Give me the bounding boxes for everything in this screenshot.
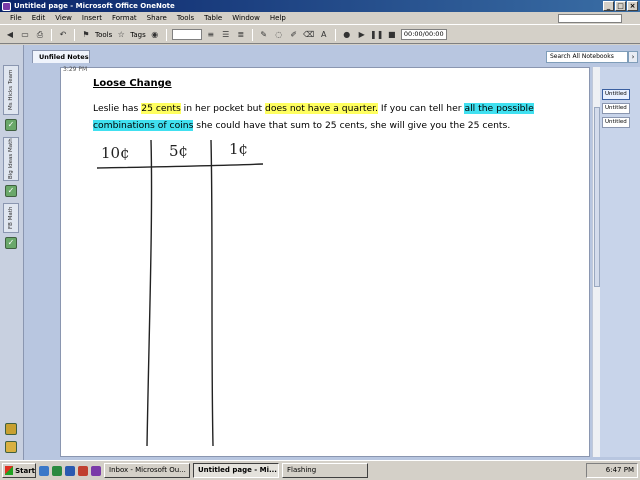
record-icon[interactable]: ● [341, 29, 353, 41]
align-icon[interactable]: ≣ [235, 29, 247, 41]
quicklaunch-ie-icon[interactable] [39, 465, 49, 476]
search-icon[interactable]: › [628, 51, 638, 63]
body-text: Leslie has [93, 103, 142, 114]
menu-share[interactable]: Share [147, 14, 167, 22]
vertical-scrollbar[interactable] [592, 67, 600, 457]
eraser-icon[interactable]: ⌫ [303, 29, 315, 41]
title-bar: Untitled page - Microsoft Office OneNote… [0, 0, 640, 12]
task-onenote[interactable]: Untitled page - Mi... [193, 463, 279, 478]
tag-icon[interactable]: ☆ [115, 29, 127, 41]
stop-icon[interactable]: ■ [386, 29, 398, 41]
body-text: in her pocket but [180, 103, 266, 114]
clock[interactable]: 6:47 PM [606, 466, 634, 474]
menu-window[interactable]: Window [232, 14, 260, 22]
windows-logo-icon [5, 466, 14, 475]
page-title[interactable]: Loose Change [93, 78, 172, 89]
notebook-icon[interactable]: ✓ [5, 185, 17, 197]
page-tab-2[interactable]: Untitled [602, 103, 630, 114]
back-icon[interactable]: ◀ [4, 29, 16, 41]
research-icon[interactable]: ◉ [149, 29, 161, 41]
numbering-icon[interactable]: ☰ [220, 29, 232, 41]
undo-icon[interactable]: ↶ [57, 29, 69, 41]
font-size-dropdown[interactable] [171, 29, 202, 40]
lasso-icon[interactable]: ◌ [273, 29, 285, 41]
onenote-icon [2, 1, 11, 11]
menu-help[interactable]: Help [270, 14, 286, 22]
page-tab-1[interactable]: Untitled [602, 89, 630, 100]
new-page-icon[interactable]: ▭ [19, 29, 31, 41]
page-time: 3:29 PM [63, 66, 88, 73]
notebook-tab-fb-math[interactable]: FB Math [3, 203, 19, 233]
menu-tools[interactable]: Tools [177, 14, 194, 22]
system-tray: 6:47 PM [586, 463, 638, 478]
taskbar: Start Inbox - Microsoft Ou... Untitled p… [0, 460, 640, 480]
search-input[interactable]: Search All Notebooks › [546, 51, 638, 63]
highlight-no-quarter: does not have a quarter. [265, 103, 378, 114]
folder-icon[interactable] [5, 441, 17, 453]
notebook-tab-ms-hicks[interactable]: Ms Hicks Team [3, 65, 19, 115]
highlight-25-cents: 25 cents [141, 103, 181, 114]
start-button[interactable]: Start [2, 463, 36, 478]
tools-label[interactable]: Tools [95, 31, 112, 39]
menu-bar: File Edit View Insert Format Share Tools… [0, 12, 640, 25]
body-text: If you can tell her [377, 103, 465, 114]
notebook-workspace: Ms Hicks Team ✓ Big Ideas Math ✓ FB Math… [0, 45, 640, 460]
column-header-1-cent: 1¢ [229, 140, 249, 158]
quicklaunch-ppt-icon[interactable] [78, 465, 88, 476]
menu-file[interactable]: File [10, 14, 22, 22]
column-header-5-cents: 5¢ [169, 142, 189, 160]
help-search-input[interactable] [558, 14, 622, 23]
maximize-button[interactable]: □ [615, 1, 626, 11]
note-page[interactable]: 3:29 PM Loose Change Leslie has 25 cents… [60, 66, 590, 457]
search-placeholder: Search All Notebooks [550, 53, 614, 60]
bullets-icon[interactable]: ≡ [205, 29, 217, 41]
body-text: she could have that sum to 25 cents, she… [193, 120, 511, 131]
page-body[interactable]: Leslie has 25 cents in her pocket but do… [93, 100, 563, 134]
pen-icon[interactable]: ✎ [258, 29, 270, 41]
page-tab-3[interactable]: Untitled [602, 117, 630, 128]
menu-table[interactable]: Table [204, 14, 222, 22]
page-tabs: Untitled Untitled Untitled [600, 67, 640, 457]
quicklaunch-excel-icon[interactable] [52, 465, 62, 476]
ink-vertical-line-1 [146, 139, 153, 447]
menu-insert[interactable]: Insert [82, 14, 102, 22]
minimize-button[interactable]: _ [603, 1, 614, 11]
task-flashing[interactable]: Flashing [282, 463, 368, 478]
section-tab-unfiled-notes[interactable]: Unfiled Notes [32, 50, 90, 63]
play-icon[interactable]: ▶ [356, 29, 368, 41]
menu-view[interactable]: View [55, 14, 72, 22]
quicklaunch-onenote-icon[interactable] [91, 465, 101, 476]
ink-horizontal-line [96, 163, 264, 169]
quicklaunch-word-icon[interactable] [65, 465, 75, 476]
tools-icon[interactable]: ⚑ [80, 29, 92, 41]
task-inbox[interactable]: Inbox - Microsoft Ou... [104, 463, 190, 478]
pause-icon[interactable]: ❚❚ [370, 29, 383, 41]
menu-format[interactable]: Format [112, 14, 137, 22]
start-label: Start [15, 466, 35, 475]
menu-edit[interactable]: Edit [32, 14, 46, 22]
column-header-10-cents: 10¢ [101, 144, 130, 162]
print-icon[interactable]: ⎙ [34, 29, 46, 41]
notebook-icon[interactable]: ✓ [5, 119, 17, 131]
notebook-tab-big-ideas[interactable]: Big Ideas Math [3, 137, 19, 181]
toolbar: ◀ ▭ ⎙ ↶ ⚑ Tools ☆ Tags ◉ ≡ ☰ ≣ ✎ ◌ ✐ ⌫ A… [0, 26, 640, 44]
notebook-icon[interactable]: ✓ [5, 237, 17, 249]
text-icon[interactable]: A [318, 29, 330, 41]
ink-vertical-line-2 [210, 139, 214, 447]
notebook-tabs: Ms Hicks Team ✓ Big Ideas Math ✓ FB Math… [0, 45, 24, 460]
tags-label[interactable]: Tags [130, 31, 146, 39]
tasks-icon[interactable] [5, 423, 17, 435]
window-title: Untitled page - Microsoft Office OneNote [14, 2, 175, 10]
close-button[interactable]: × [627, 1, 638, 11]
highlighter-icon[interactable]: ✐ [288, 29, 300, 41]
playback-time: 00:00/00:00 [400, 29, 447, 40]
